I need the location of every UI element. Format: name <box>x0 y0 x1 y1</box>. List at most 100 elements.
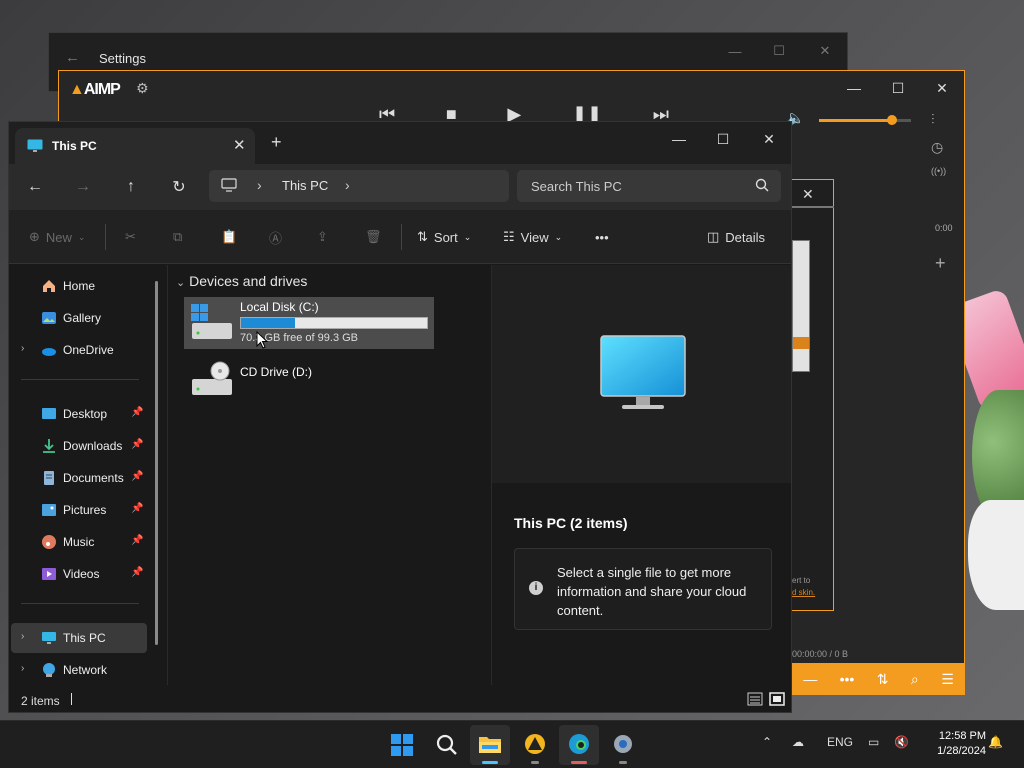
volume-muted-icon[interactable]: 🔇 <box>894 735 909 749</box>
command-bar: ⊕ New ⌄ ✂ ⧉ 📋 Ⓐ ⇪ 🗑 ⇅ Sort ⌄ ☷ View ⌄ ••… <box>9 210 791 264</box>
chevron-right-icon[interactable]: › <box>21 663 24 674</box>
sidebar-item-videos[interactable]: Videos 📌 <box>11 559 147 589</box>
minimize-icon[interactable]: — <box>659 126 699 152</box>
sort-button[interactable]: ⇅ Sort ⌄ <box>417 224 471 250</box>
sidebar-item-documents[interactable]: Documents 📌 <box>11 463 147 493</box>
network-status-icon[interactable]: ▭ <box>868 735 879 749</box>
start-button[interactable] <box>382 725 422 765</box>
pin-icon[interactable]: 📌 <box>131 407 143 418</box>
taskbar-file-explorer[interactable] <box>470 725 510 765</box>
search-icon[interactable]: ⌕ <box>911 671 919 688</box>
chevron-right-icon[interactable]: › <box>257 177 262 193</box>
drive-name: Local Disk (C:) <box>240 300 319 314</box>
chevron-up-icon[interactable]: ⌃ <box>762 735 772 749</box>
sidebar-item-network[interactable]: › Network <box>11 655 147 685</box>
aimp-logo-mark-icon: ▲ <box>69 81 85 98</box>
taskbar-settings[interactable] <box>603 725 643 765</box>
delete-icon[interactable]: 🗑 <box>365 224 382 250</box>
minimize-icon[interactable]: — <box>721 41 749 61</box>
share-icon[interactable]: ⇪ <box>317 224 328 250</box>
equalizer-icon[interactable]: ⫶ <box>931 111 935 128</box>
close-icon[interactable]: ✕ <box>811 41 839 61</box>
maximize-icon[interactable]: ☐ <box>703 126 743 152</box>
group-header[interactable]: ⌄ Devices and drives <box>176 273 307 289</box>
language-indicator[interactable]: ENG <box>827 735 853 749</box>
sidebar-item-desktop[interactable]: Desktop 📌 <box>11 399 147 429</box>
chevron-right-icon[interactable]: › <box>345 177 350 193</box>
taskbar-aimp[interactable] <box>515 725 555 765</box>
copy-icon[interactable]: ⧉ <box>173 224 182 250</box>
drive-cd-d[interactable]: CD Drive (D:) <box>184 355 434 407</box>
more-icon[interactable]: ••• <box>840 671 855 687</box>
taskbar-search-button[interactable] <box>427 725 467 765</box>
refresh-icon[interactable]: ↻ <box>165 174 193 200</box>
tab-this-pc[interactable]: This PC ✕ <box>15 128 255 164</box>
group-header-label: Devices and drives <box>189 273 308 289</box>
gear-icon[interactable]: ⚙ <box>136 80 149 97</box>
menu-icon[interactable]: ☰ <box>941 671 954 688</box>
address-bar[interactable]: › This PC › <box>209 170 509 202</box>
maximize-icon[interactable]: ☐ <box>881 77 915 99</box>
drive-local-disk-c[interactable]: Local Disk (C:) 70.3 GB free of 99.3 GB <box>184 297 434 349</box>
cloud-offline-icon[interactable]: ☁ <box>792 735 804 749</box>
gallery-icon <box>42 312 56 324</box>
sidebar-item-music[interactable]: Music 📌 <box>11 527 147 557</box>
pin-icon[interactable]: 📌 <box>131 503 143 514</box>
sidebar-item-gallery[interactable]: Gallery <box>11 303 147 333</box>
paste-icon[interactable]: 📋 <box>221 224 237 250</box>
clock-icon[interactable]: ◷ <box>931 139 943 156</box>
details-title: This PC (2 items) <box>514 515 628 531</box>
close-tab-icon[interactable]: ✕ <box>233 136 246 154</box>
close-icon[interactable]: ✕ <box>749 126 789 152</box>
see-more-icon[interactable]: ••• <box>595 224 609 250</box>
new-button[interactable]: ⊕ New ⌄ <box>29 224 85 250</box>
sidebar-item-onedrive[interactable]: › OneDrive <box>11 335 147 365</box>
pin-icon[interactable]: 📌 <box>131 567 143 578</box>
minimize-icon[interactable]: — <box>837 77 871 99</box>
close-icon[interactable]: ✕ <box>802 186 814 203</box>
chevron-right-icon[interactable]: › <box>21 343 24 354</box>
forward-arrow-icon[interactable]: → <box>69 174 97 200</box>
info-icon: i <box>529 581 543 595</box>
new-tab-icon[interactable]: + <box>271 132 282 153</box>
tab-bar: This PC ✕ + — ☐ ✕ <box>9 122 791 164</box>
sidebar-item-downloads[interactable]: Downloads 📌 <box>11 431 147 461</box>
chevron-right-icon[interactable]: › <box>21 631 24 642</box>
back-arrow-icon[interactable]: ← <box>65 49 80 66</box>
sidebar-item-pictures[interactable]: Pictures 📌 <box>11 495 147 525</box>
settings-title: Settings <box>99 51 146 66</box>
taskbar-edge[interactable] <box>559 725 599 765</box>
clock[interactable]: 12:58 PM 1/28/2024 <box>922 729 986 759</box>
notification-bell-icon[interactable]: 🔔 <box>988 735 1003 749</box>
cut-icon[interactable]: ✂ <box>125 224 136 250</box>
tiles-view-icon[interactable] <box>769 691 785 707</box>
sort-icon[interactable]: ⇅ <box>877 671 889 688</box>
details-button[interactable]: ◫ Details <box>707 224 765 250</box>
volume-knob[interactable] <box>887 115 897 125</box>
volume-slider[interactable] <box>819 115 911 125</box>
view-button[interactable]: ☷ View ⌄ <box>503 224 562 250</box>
file-list-pane: ⌄ Devices and drives Local Disk (C:) 70.… <box>167 265 491 685</box>
up-arrow-icon[interactable]: ↑ <box>117 174 145 200</box>
pin-icon[interactable]: 📌 <box>131 471 143 482</box>
sidebar-item-home[interactable]: Home <box>11 271 147 301</box>
skin-hint-link[interactable]: d skin. <box>792 588 815 597</box>
remove-icon[interactable]: — <box>803 671 817 687</box>
back-arrow-icon[interactable]: ← <box>21 174 49 200</box>
close-icon[interactable]: ✕ <box>925 77 959 99</box>
sidebar-scrollbar[interactable] <box>155 281 158 645</box>
rename-icon[interactable]: Ⓐ <box>269 224 282 250</box>
pin-icon[interactable]: 📌 <box>131 439 143 450</box>
sidebar-item-this-pc[interactable]: › This PC <box>11 623 147 653</box>
maximize-icon[interactable]: ☐ <box>765 41 793 61</box>
add-icon[interactable]: + <box>935 253 946 274</box>
search-icon[interactable] <box>755 178 769 192</box>
search-input[interactable] <box>517 170 781 202</box>
seek-bar[interactable] <box>792 206 834 208</box>
chevron-down-icon[interactable]: ⌄ <box>176 277 185 289</box>
pin-icon[interactable]: 📌 <box>131 535 143 546</box>
breadcrumb[interactable]: This PC <box>282 178 328 193</box>
search-box[interactable] <box>517 170 781 202</box>
radio-icon[interactable]: ((•)) <box>931 166 946 176</box>
details-view-icon[interactable] <box>747 691 763 707</box>
